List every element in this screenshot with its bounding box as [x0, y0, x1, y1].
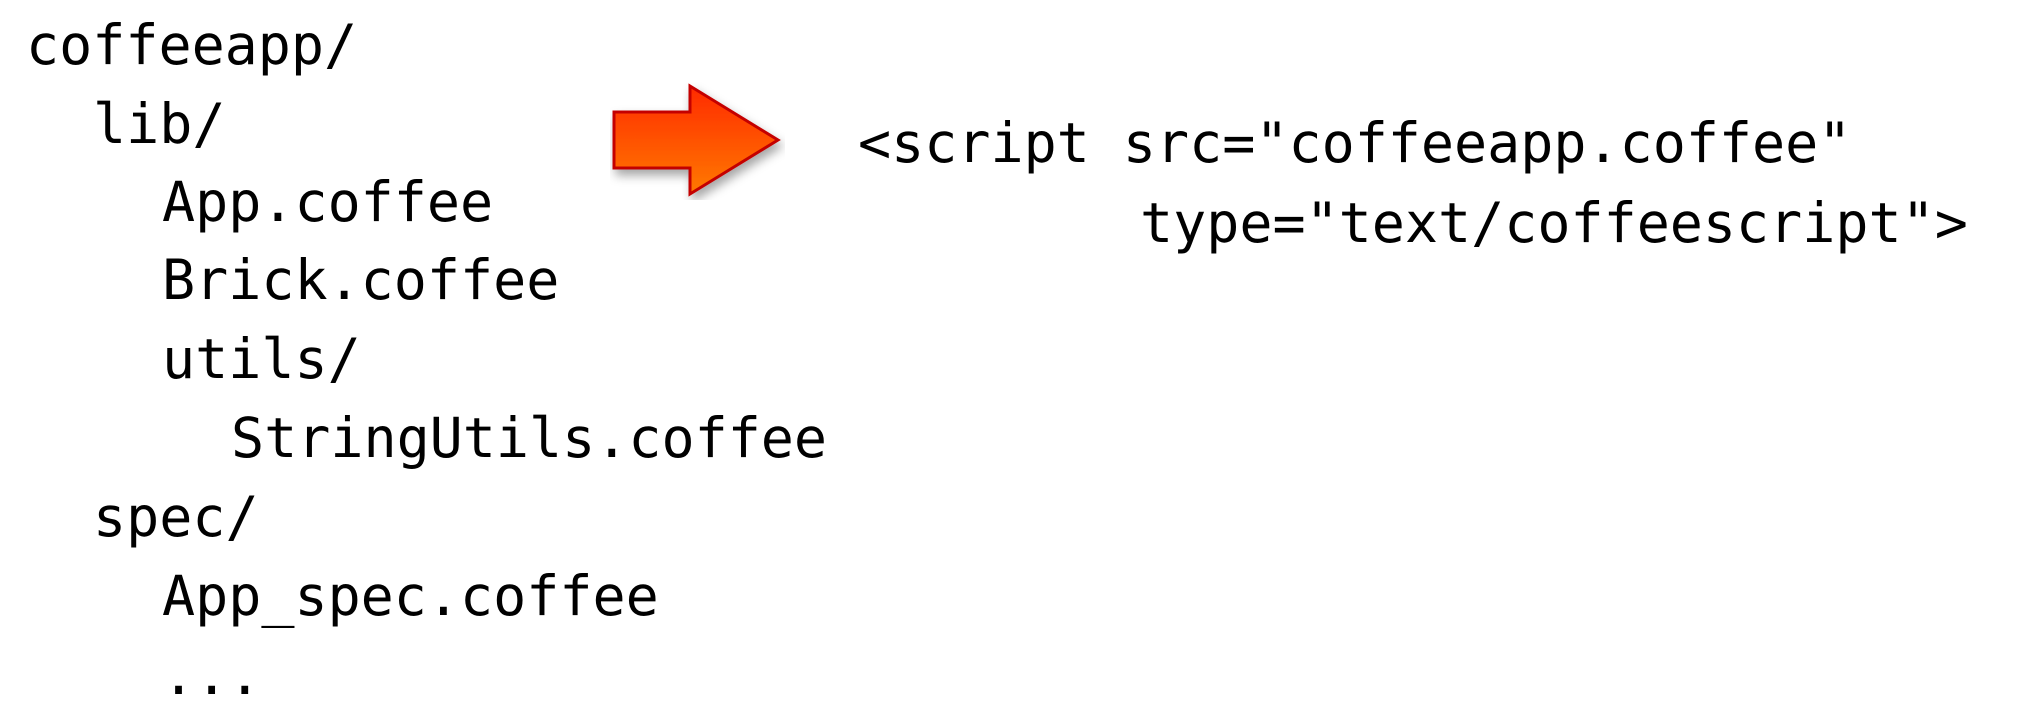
tree-item: lib/ — [93, 92, 226, 156]
tree-item: App.coffee — [162, 170, 494, 234]
tree-item: utils/ — [162, 327, 361, 391]
tree-item: App_spec.coffee — [162, 564, 659, 628]
tree-item: coffeeapp/ — [26, 13, 358, 77]
script-tag-line-2: type="text/coffeescript"> — [1140, 191, 1968, 255]
tree-item: Brick.coffee — [162, 248, 560, 312]
tree-item: spec/ — [93, 485, 259, 549]
tree-item: StringUtils.coffee — [231, 406, 828, 470]
tree-item: ... — [162, 643, 262, 707]
script-tag-line-1: <script src="coffeeapp.coffee" — [858, 111, 1852, 175]
right-arrow-icon — [612, 83, 781, 197]
